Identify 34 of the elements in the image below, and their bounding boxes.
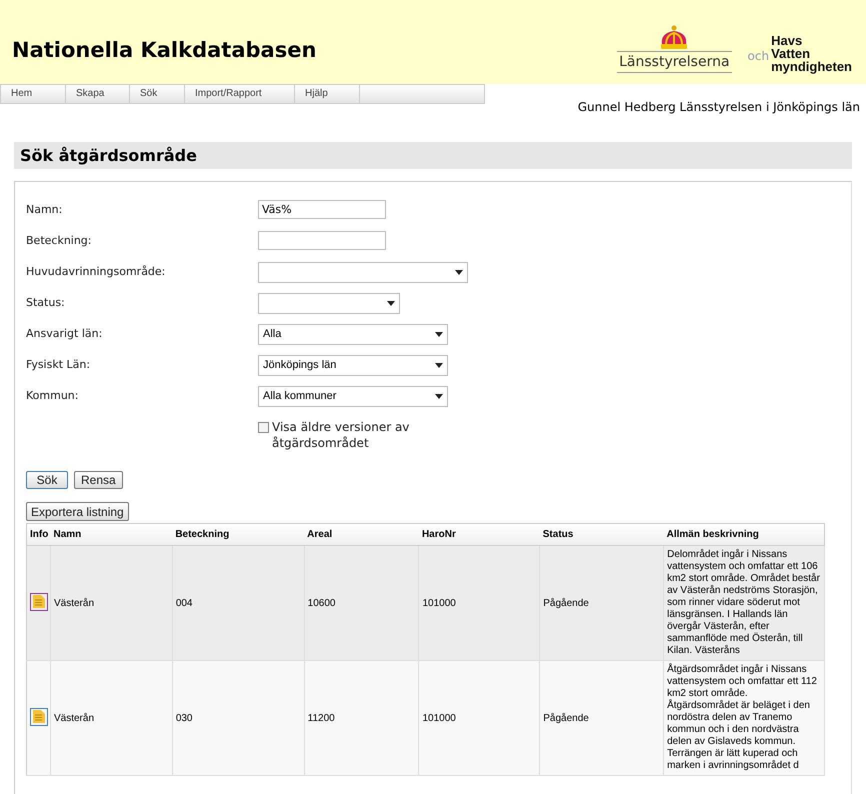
field-label: Kommun:	[26, 388, 80, 404]
page-title: Sök åtgärdsområde	[20, 144, 197, 166]
field-label: Ansvarigt län:	[26, 326, 104, 342]
menu-item[interactable]: Sök	[130, 85, 185, 103]
menu-item[interactable]: Skapa	[66, 85, 130, 103]
field-label: Namn:	[26, 202, 64, 218]
table-cell: Västerån	[50, 660, 172, 776]
menu-item[interactable]: Hjälp	[295, 85, 360, 103]
menu-item[interactable]: Import/Rapport	[185, 85, 295, 103]
search-button[interactable]: Sök	[26, 471, 68, 489]
description-cell: Åtgärdsområdet ingår i Nissans vattensystem och omfattar ett 112 km2 stort område. Åtgärdsområdet är beläget i den nordöstra delen av Tranemo kommun och i den nordvästra delen av Gislaveds kommun. Terrängen är lätt kuperad och marken i avrinningsområdet d	[664, 660, 824, 776]
table-cell: 11200	[304, 660, 419, 776]
logo-text: Havs	[771, 34, 804, 47]
table-cell: Pågående	[540, 660, 664, 776]
table-cell: 030	[172, 660, 304, 776]
field-label: Status:	[26, 295, 66, 311]
clear-button[interactable]: Rensa	[74, 471, 123, 489]
logo-text: Vatten	[771, 47, 812, 60]
dropdown[interactable]: Alla	[258, 324, 448, 345]
dropdown[interactable]: Jönköpings län	[258, 355, 448, 376]
checkbox-label: Visa äldre versioner av åtgärdsområdet	[272, 419, 410, 451]
field-label: Huvudavrinningsområde:	[26, 264, 166, 280]
field-label: Beteckning:	[26, 233, 93, 249]
export-button[interactable]: Exportera listning	[26, 502, 129, 521]
dropdown[interactable]: Alla kommuner	[258, 386, 448, 407]
logo-text: myndigheten	[771, 60, 852, 73]
table-cell: 101000	[418, 660, 540, 776]
site-title: Nationella Kalkdatabasen	[12, 37, 316, 64]
user-info: Gunnel Hedberg Länsstyrelsen i Jönköpings län	[578, 99, 860, 116]
logo-text: och	[748, 48, 770, 64]
menu-item[interactable]: Hem	[1, 85, 66, 103]
input-field[interactable]: Väs%	[258, 200, 386, 219]
field-label: Fysiskt Län:	[26, 357, 92, 373]
logo-text: Länsstyrelserna	[617, 51, 732, 73]
